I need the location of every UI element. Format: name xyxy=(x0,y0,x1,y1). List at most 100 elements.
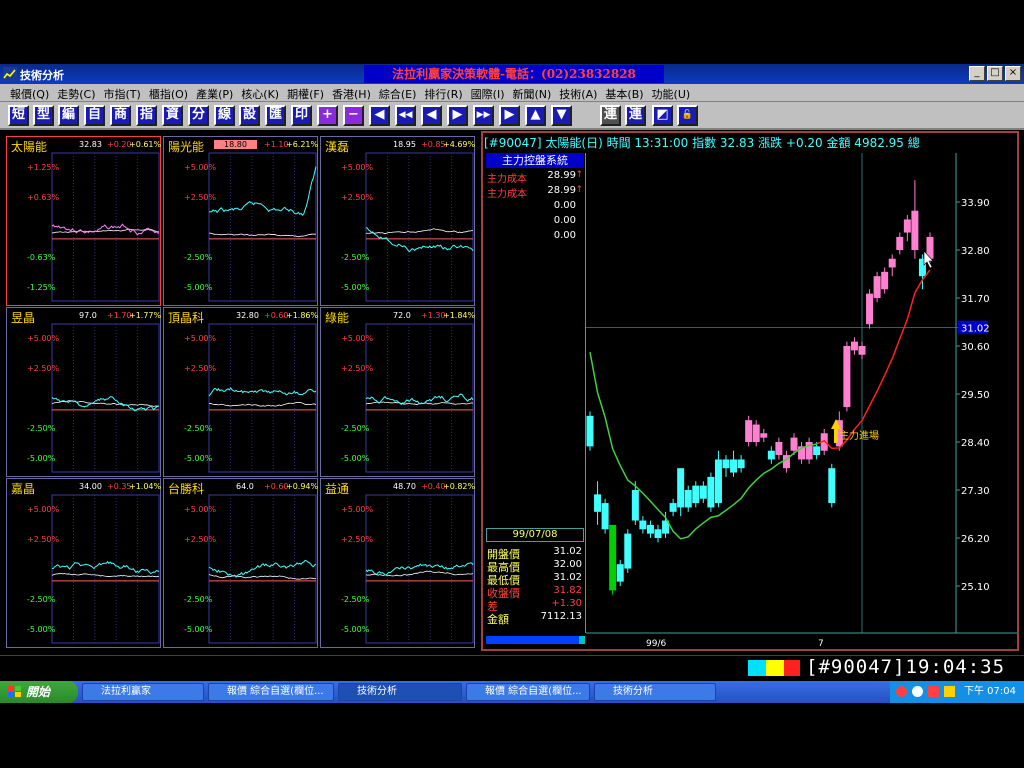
menu-item-6[interactable]: 期權(F) xyxy=(283,84,328,104)
scroll-thumb[interactable] xyxy=(579,636,585,644)
panel-name[interactable]: 陽光能 xyxy=(168,138,204,155)
menu-item-7[interactable]: 香港(H) xyxy=(328,84,375,104)
menu-item-10[interactable]: 國際(I) xyxy=(467,84,509,104)
toolbar-button-3[interactable]: 自 xyxy=(84,105,105,126)
toolbar-button-17[interactable]: ▶ xyxy=(447,105,468,126)
taskbar-item-2[interactable]: 技術分析 xyxy=(338,683,462,701)
toolbar-button-11[interactable]: 印 xyxy=(291,105,312,126)
panel-name[interactable]: 漢磊 xyxy=(325,138,349,155)
tray-icon-1[interactable] xyxy=(896,686,907,697)
tray-icon-3[interactable] xyxy=(928,686,939,697)
toolbar-button-2[interactable]: 編 xyxy=(58,105,79,126)
menu-item-14[interactable]: 功能(U) xyxy=(648,84,695,104)
tray-icon-2[interactable] xyxy=(912,686,923,697)
toolbar-button-22[interactable]: 連 xyxy=(600,105,621,126)
reference-line xyxy=(365,570,474,577)
menu-item-8[interactable]: 綜合(E) xyxy=(375,84,421,104)
menu-item-12[interactable]: 技術(A) xyxy=(555,84,601,104)
panel-name[interactable]: 綠能 xyxy=(325,309,349,326)
toolbar: 短型編自商指資分線設匯印 + − ◀ ◀◀ ◀ ▶ ▶▶ ▶ ▲ ▼ 連連 ◩ 🔓 xyxy=(0,102,1024,130)
stock-panel-1[interactable]: 陽光能 18.80 +1.10 +6.21% +5.00% +2.50% -2.50% -5.… xyxy=(163,136,318,306)
candle-body xyxy=(684,490,692,508)
candle-body xyxy=(609,524,617,591)
candle-body xyxy=(692,485,700,504)
toolbar-button-6[interactable]: 資 xyxy=(162,105,183,126)
candle-body xyxy=(745,420,753,442)
taskbar-item-3[interactable]: 報價 綜合自選(欄位... xyxy=(466,683,590,701)
ohlc-row: 金額 7112.13 xyxy=(486,611,584,626)
system-row-label: 主力成本 xyxy=(487,174,527,185)
scroll-bar[interactable] xyxy=(486,636,580,644)
panel-name[interactable]: 益通 xyxy=(325,480,349,497)
menu-item-1[interactable]: 走勢(C) xyxy=(53,84,99,104)
toolbar-button-9[interactable]: 設 xyxy=(239,105,260,126)
menu-item-4[interactable]: 產業(P) xyxy=(192,84,237,104)
status-color-cyan xyxy=(748,660,766,676)
toolbar-button-12[interactable]: + xyxy=(317,105,338,126)
system-row-value: 0.00 xyxy=(553,215,576,226)
stock-panel-8[interactable]: 益通 48.70 +0.40 +0.82% +5.00% +2.50% -2.50% -5.0… xyxy=(320,478,475,648)
window-title-bar: 技術分析 法拉利贏家決策軟體-電話：(02)23832828 _ □ × xyxy=(0,64,1024,84)
panel-name[interactable]: 昱晶 xyxy=(11,309,35,326)
taskbar-item-0[interactable]: 法拉利贏家 xyxy=(82,683,204,701)
toolbar-button-23[interactable]: 連 xyxy=(625,105,646,126)
menu-item-13[interactable]: 基本(B) xyxy=(601,84,647,104)
system-row: 0.00 xyxy=(486,200,584,214)
toolbar-button-7[interactable]: 分 xyxy=(188,105,209,126)
ohlc-value: 7112.13 xyxy=(540,611,582,622)
toolbar-button-13[interactable]: − xyxy=(343,105,364,126)
menu-item-0[interactable]: 報價(Q) xyxy=(6,84,53,104)
close-button[interactable]: × xyxy=(1005,66,1021,81)
tray-time[interactable]: 下午 07:04 xyxy=(964,681,1016,703)
toolbar-button-21[interactable]: ▼ xyxy=(551,105,572,126)
moving-average-red xyxy=(816,269,931,450)
panel-name[interactable]: 太陽能 xyxy=(11,138,47,155)
toolbar-button-20[interactable]: ▲ xyxy=(525,105,546,126)
panel-name[interactable]: 台勝科 xyxy=(168,480,204,497)
toolbar-button-0[interactable]: 短 xyxy=(8,105,29,126)
toolbar-button-19[interactable]: ▶ xyxy=(499,105,520,126)
stock-panel-7[interactable]: 台勝科 64.0 +0.60 +0.94% +5.00% +2.50% -2.50% -5.0… xyxy=(163,478,318,648)
system-row-arrow: ↑ xyxy=(575,170,583,180)
stock-panel-6[interactable]: 嘉晶 34.00 +0.35 +1.04% +5.00% +2.50% -2.50% -5.0… xyxy=(6,478,161,648)
panel-percent: +1.84% xyxy=(443,311,476,320)
y-tick-label: 29.50 xyxy=(961,390,990,401)
stock-panel-3[interactable]: 昱晶 97.0 +1.70 +1.77% +5.00% +2.50% -2.50% -5.00… xyxy=(6,307,161,477)
toolbar-button-16[interactable]: ◀ xyxy=(421,105,442,126)
system-title[interactable]: 主力控盤系統 xyxy=(486,153,584,168)
tray-icon-4[interactable] xyxy=(944,686,955,697)
toolbar-button-18[interactable]: ▶▶ xyxy=(473,105,494,126)
menu-item-3[interactable]: 櫃指(O) xyxy=(145,84,192,104)
toolbar-button-10[interactable]: 匯 xyxy=(265,105,286,126)
taskbar-item-4[interactable]: 技術分析 xyxy=(594,683,716,701)
stock-panel-5[interactable]: 綠能 72.0 +1.30 +1.84% +5.00% +2.50% -2.50% -5.00… xyxy=(320,307,475,477)
toolbar-button-1[interactable]: 型 xyxy=(33,105,54,126)
y-tick-label: +2.50% xyxy=(27,364,60,373)
stock-panel-0[interactable]: 太陽能 32.83 +0.20 +0.61% +1.25% +0.63% -0.63% -1.… xyxy=(6,136,161,306)
panel-change: +0.35 xyxy=(107,482,132,491)
stock-panel-2[interactable]: 漢磊 18.95 +0.85 +4.69% +5.00% +2.50% -2.50% -5.0… xyxy=(320,136,475,306)
candle-body xyxy=(858,346,866,355)
toolbar-button-4[interactable]: 商 xyxy=(110,105,131,126)
toolbar-button-5[interactable]: 指 xyxy=(136,105,157,126)
menu-item-5[interactable]: 核心(K) xyxy=(237,84,283,104)
toolbar-button-15[interactable]: ◀◀ xyxy=(395,105,416,126)
stock-panel-4[interactable]: 頂晶科 32.80 +0.60 +1.86% +5.00% +2.50% -2.50% -5.… xyxy=(163,307,318,477)
panel-name[interactable]: 嘉晶 xyxy=(11,480,35,497)
menu-item-11[interactable]: 新聞(N) xyxy=(508,84,555,104)
menu-item-9[interactable]: 排行(R) xyxy=(420,84,466,104)
taskbar-item-1[interactable]: 報價 綜合自選(欄位... xyxy=(208,683,334,701)
panel-change: +0.60 xyxy=(264,311,289,320)
toolbar-button-24[interactable]: ◩ xyxy=(652,105,673,126)
toolbar-button-14[interactable]: ◀ xyxy=(369,105,390,126)
system-row-value: 0.00 xyxy=(553,230,576,241)
menu-item-2[interactable]: 市指(T) xyxy=(100,84,145,104)
candle-body xyxy=(866,293,874,325)
y-tick-label: +2.50% xyxy=(341,193,374,202)
minimize-button[interactable]: _ xyxy=(969,66,985,81)
toolbar-button-8[interactable]: 線 xyxy=(214,105,235,126)
maximize-button[interactable]: □ xyxy=(987,66,1003,81)
panel-name[interactable]: 頂晶科 xyxy=(168,309,204,326)
panel-change: +0.60 xyxy=(264,482,289,491)
toolbar-button-25[interactable]: 🔓 xyxy=(677,105,698,126)
